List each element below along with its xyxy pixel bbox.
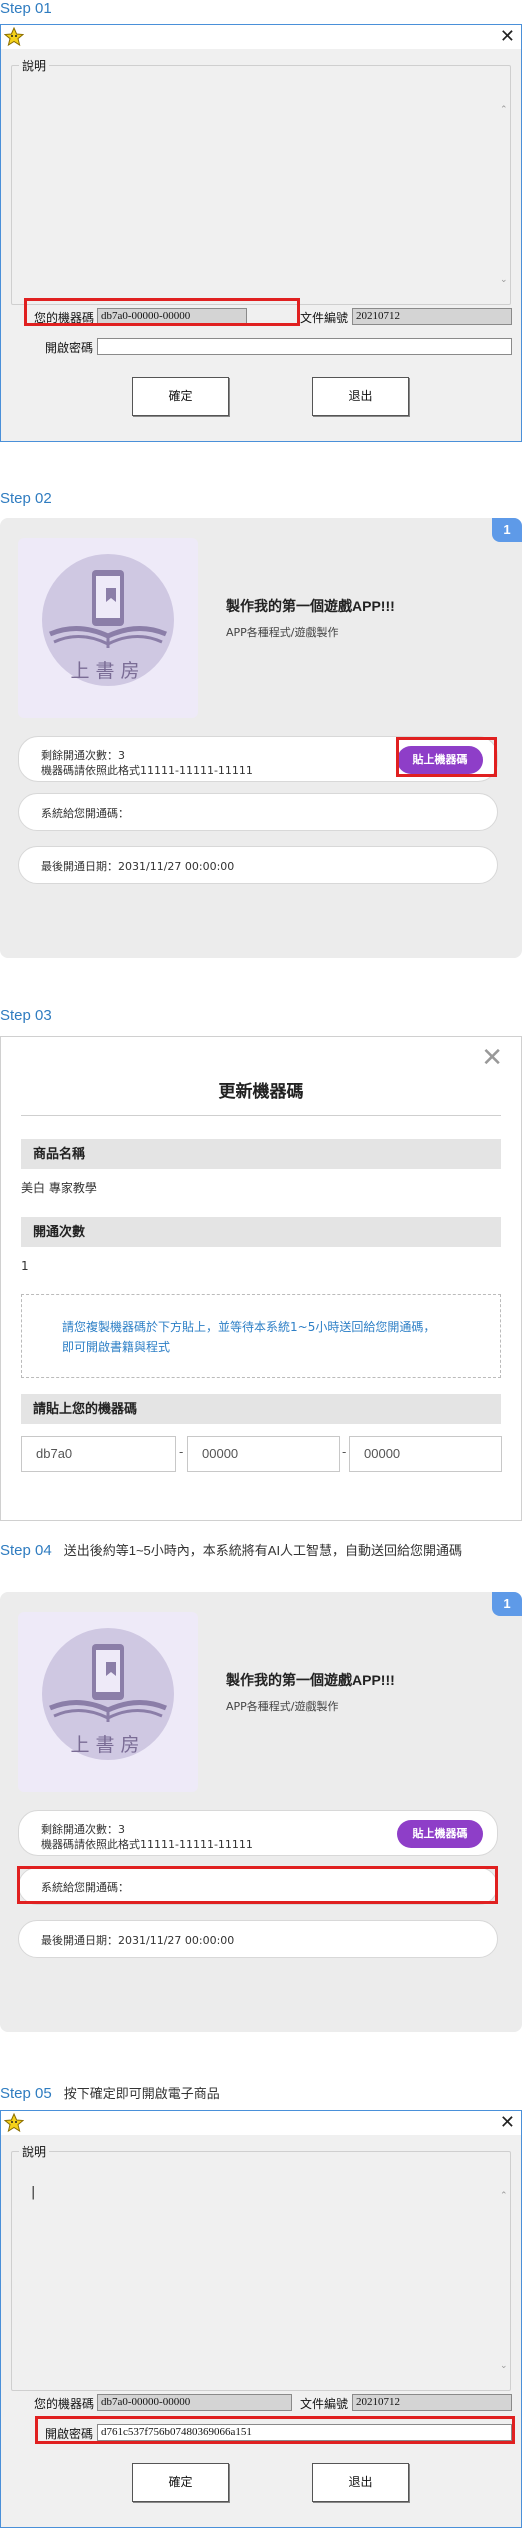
- divider: [21, 1115, 501, 1116]
- last-activation-date: 最後開通日期：2031/11/27 00:00:00: [41, 1934, 235, 1947]
- paste-code-heading: 請貼上您的機器碼: [21, 1394, 501, 1424]
- machine-code-field[interactable]: db7a0-00000-00000: [97, 2394, 292, 2411]
- ok-button[interactable]: 確定: [132, 2463, 229, 2502]
- activation-count-heading: 開通次數: [21, 1217, 501, 1247]
- book-subtitle: APP各種程式/遊戲製作: [226, 1700, 339, 1713]
- description-scrollbar[interactable]: ⌃ ⌄: [497, 75, 511, 300]
- close-icon[interactable]: ✕: [500, 2112, 515, 2133]
- instruction-notice: 請您複製機器碼於下方貼上，並等待本系統1~5小時送回給您開通碼， 即可開啟書籍與…: [21, 1294, 501, 1378]
- step-label: Step 03: [0, 1007, 52, 1024]
- activation-code-pill: 系統給您開通碼：: [18, 793, 498, 831]
- dialog-title: 更新機器碼: [218, 1082, 304, 1101]
- remaining-info-pill: 剩餘開通次數：3 機器碼請依照此格式11111-11111-11111 貼上機器…: [18, 1810, 498, 1856]
- unlock-window-step5: ✕ 說明 | ⌃ ⌄ 您的機器碼 db7a0-00000-00000 文件編號 …: [0, 2110, 522, 2528]
- count-badge: 1: [492, 518, 522, 542]
- separator: -: [179, 1445, 184, 1459]
- close-icon[interactable]: ✕: [481, 1043, 503, 1073]
- description-label: 說明: [19, 2143, 50, 2160]
- product-card-step4: 1 上書房 製作我的第一個遊戲APP!!! APP各種程式/遊戲製作 剩餘開通次…: [0, 1592, 522, 2032]
- last-date-pill: 最後開通日期：2031/11/27 00:00:00: [18, 1920, 498, 1958]
- star-app-icon: [4, 27, 24, 47]
- step-description: 送出後約等1~5小時內，本系統將有AI人工智慧，自動送回給您開通碼: [63, 1543, 463, 1558]
- description-groupbox: [11, 2151, 511, 2391]
- activation-count-value: 1: [21, 1259, 29, 1273]
- star-app-icon: [4, 2113, 24, 2133]
- cover-logo-text: 上書房: [70, 1734, 146, 1756]
- book-subtitle: APP各種程式/遊戲製作: [226, 626, 339, 639]
- password-label: 開啟密碼: [45, 341, 94, 355]
- update-machine-code-dialog: ✕ 更新機器碼 商品名稱 美白 專家教學 開通次數 1 請您複製機器碼於下方貼上…: [0, 1036, 522, 1521]
- password-input[interactable]: [97, 338, 512, 355]
- ok-button[interactable]: 確定: [132, 377, 229, 416]
- separator: -: [342, 1445, 347, 1459]
- step-03-title: Step 03: [0, 1007, 52, 1024]
- book-title: 製作我的第一個遊戲APP!!!: [226, 598, 395, 614]
- format-hint: 機器碼請依照此格式11111-11111-11111: [41, 1838, 253, 1851]
- doc-number-label: 文件編號: [300, 311, 349, 325]
- paste-button-highlight: [396, 737, 497, 777]
- step-label: Step 02: [0, 490, 52, 507]
- book-title: 製作我的第一個遊戲APP!!!: [226, 1672, 395, 1688]
- count-badge: 1: [492, 1592, 522, 1616]
- password-highlight: [35, 2416, 515, 2444]
- product-name-heading: 商品名稱: [21, 1139, 501, 1169]
- step-label: Step 04: [0, 1542, 52, 1559]
- unlock-window-step1: ✕ 說明 ⌃ ⌄ 您的機器碼 db7a0-00000-00000 文件編號 20…: [0, 24, 522, 442]
- shangshufang-logo-icon: [42, 1628, 174, 1760]
- last-date-pill: 最後開通日期：2031/11/27 00:00:00: [18, 846, 498, 884]
- scroll-down-icon[interactable]: ⌄: [500, 2361, 508, 2371]
- notice-line-2: 即可開啟書籍與程式: [62, 1340, 171, 1354]
- scroll-up-icon[interactable]: ⌃: [500, 2191, 508, 2201]
- book-cover: 上書房: [18, 1612, 198, 1792]
- doc-number-field[interactable]: 20210712: [352, 2394, 512, 2411]
- book-cover: 上書房: [18, 538, 198, 718]
- format-hint: 機器碼請依照此格式11111-11111-11111: [41, 764, 253, 777]
- scroll-up-icon[interactable]: ⌃: [500, 105, 508, 115]
- step-04-title: Step 04 送出後約等1~5小時內，本系統將有AI人工智慧，自動送回給您開通碼: [0, 1541, 514, 1561]
- last-activation-date: 最後開通日期：2031/11/27 00:00:00: [41, 860, 235, 873]
- activation-code-highlight: [17, 1866, 498, 1904]
- scroll-down-icon[interactable]: ⌄: [500, 275, 508, 285]
- shangshufang-logo-icon: [42, 554, 174, 686]
- close-icon[interactable]: ✕: [500, 26, 515, 47]
- code-input-1[interactable]: db7a0: [21, 1436, 176, 1472]
- doc-number-field[interactable]: 20210712: [352, 308, 512, 325]
- product-name-value: 美白 專家教學: [21, 1181, 97, 1195]
- step-05-title: Step 05 按下確定即可開啟電子商品: [0, 2083, 220, 2102]
- paste-machine-code-button[interactable]: 貼上機器碼: [397, 1820, 483, 1848]
- description-groupbox: [11, 65, 511, 305]
- exit-button[interactable]: 退出: [312, 377, 409, 416]
- activation-code-label: 系統給您開通碼：: [41, 807, 129, 820]
- description-label: 說明: [19, 57, 50, 74]
- notice-line-1: 請您複製機器碼於下方貼上，並等待本系統1~5小時送回給您開通碼，: [62, 1320, 436, 1334]
- step-label: Step 01: [0, 0, 52, 17]
- exit-button[interactable]: 退出: [312, 2463, 409, 2502]
- step-label: Step 05: [0, 2085, 52, 2102]
- step-description: 按下確定即可開啟電子商品: [63, 2086, 220, 2101]
- description-scrollbar[interactable]: ⌃ ⌄: [497, 2161, 511, 2386]
- code-input-3[interactable]: 00000: [349, 1436, 502, 1472]
- code-input-2[interactable]: 00000: [187, 1436, 340, 1472]
- remaining-count: 剩餘開通次數：3: [41, 749, 125, 762]
- machine-code-highlight: [24, 298, 300, 326]
- step-02-title: Step 02: [0, 490, 52, 507]
- step-01-title: Step 01: [0, 0, 52, 17]
- cover-logo-text: 上書房: [70, 660, 146, 682]
- doc-number-label: 文件編號: [300, 2397, 349, 2411]
- text-cursor: |: [31, 2185, 36, 2200]
- window-titlebar: ✕: [1, 2111, 521, 2135]
- remaining-count: 剩餘開通次數：3: [41, 1823, 125, 1836]
- machine-code-label: 您的機器碼: [34, 2397, 95, 2411]
- window-titlebar: ✕: [1, 25, 521, 49]
